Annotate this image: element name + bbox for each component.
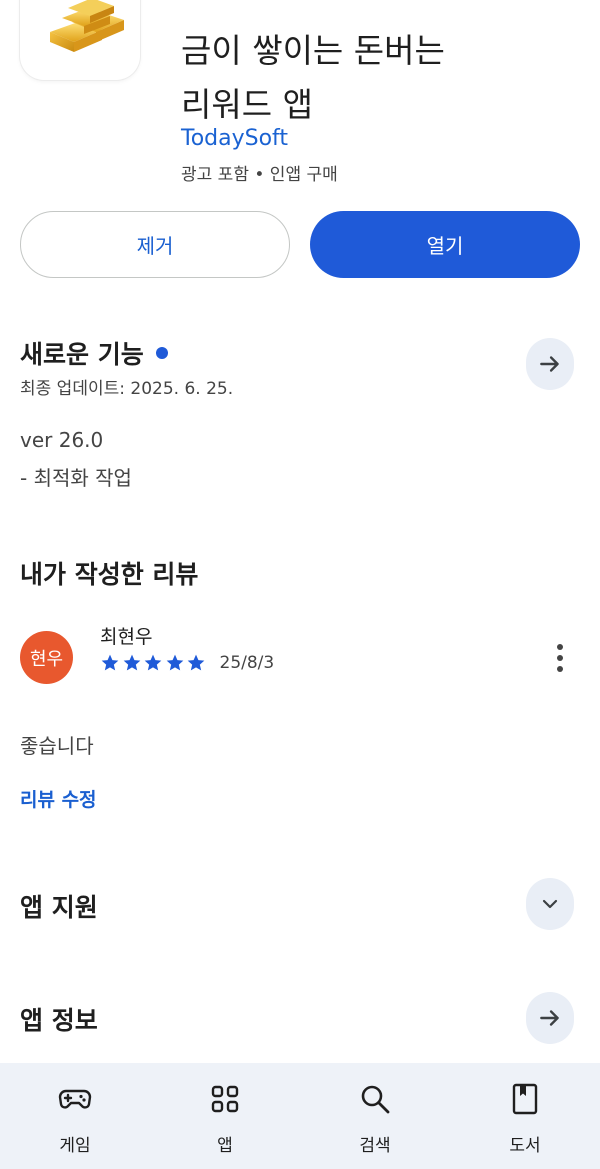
nav-label: 앱 <box>217 1136 233 1156</box>
remove-button[interactable]: 제거 <box>20 211 290 278</box>
open-button[interactable]: 열기 <box>310 211 580 278</box>
nav-label: 도서 <box>509 1136 541 1156</box>
app-title-line: 금이 쌓이는 돈버는 <box>181 31 445 70</box>
search-icon <box>357 1081 393 1117</box>
app-support-title[interactable]: 앱 지원 <box>20 888 98 924</box>
new-indicator-dot <box>155 347 168 359</box>
star-icon <box>144 654 162 671</box>
star-icon <box>187 654 205 671</box>
app-meta: 광고 포함 • 인앱 구매 <box>181 165 338 185</box>
kebab-dot <box>557 666 563 672</box>
nav-label: 검색 <box>359 1136 391 1156</box>
arrow-right-icon <box>540 1010 559 1026</box>
app-title-line-partial <box>181 0 581 24</box>
app-title: 금이 쌓이는 돈버는 리워드 앱 <box>181 0 581 132</box>
app-icon <box>20 0 140 80</box>
whats-new-header[interactable]: 새로운 기능 <box>20 335 168 371</box>
app-info-title[interactable]: 앱 정보 <box>20 1001 98 1037</box>
nav-item-games[interactable]: 게임 <box>0 1063 150 1169</box>
reviewer-name: 최현우 <box>100 626 153 648</box>
whats-new-title: 새로운 기능 <box>20 340 144 369</box>
release-note: - 최적화 작업 <box>20 466 132 490</box>
gamepad-icon <box>57 1081 93 1117</box>
apps-grid-icon <box>207 1081 243 1117</box>
nav-item-search[interactable]: 검색 <box>300 1063 450 1169</box>
star-rating: 25/8/3 <box>100 653 274 673</box>
app-info-arrow-button[interactable] <box>526 992 574 1044</box>
developer-link[interactable]: TodaySoft <box>181 126 288 151</box>
star-icon <box>166 654 183 671</box>
review-text: 좋습니다 <box>20 734 94 758</box>
nav-item-apps[interactable]: 앱 <box>150 1063 300 1169</box>
bottom-navigation: 게임 앱 검색 도서 <box>0 1063 600 1169</box>
nav-label: 게임 <box>59 1136 91 1156</box>
arrow-right-icon <box>540 356 559 372</box>
book-icon <box>507 1081 543 1117</box>
chevron-down-icon <box>542 899 558 909</box>
app-support-expand-button[interactable] <box>526 878 574 930</box>
last-updated: 최종 업데이트: 2025. 6. 25. <box>20 379 234 399</box>
star-icon <box>101 654 119 671</box>
my-review-title: 내가 작성한 리뷰 <box>20 560 199 589</box>
whats-new-arrow-button[interactable] <box>526 338 574 390</box>
kebab-dot <box>557 655 563 661</box>
nav-item-books[interactable]: 도서 <box>450 1063 600 1169</box>
version-text: ver 26.0 <box>20 428 104 452</box>
avatar: 현우 <box>20 631 73 684</box>
kebab-dot <box>557 644 563 650</box>
review-date: 25/8/3 <box>219 653 275 673</box>
more-options-button[interactable] <box>547 640 573 676</box>
gold-bars-icon <box>50 0 124 52</box>
star-icon <box>123 654 140 671</box>
edit-review-link[interactable]: 리뷰 수정 <box>20 785 97 812</box>
app-title-line: 리워드 앱 <box>181 85 313 124</box>
